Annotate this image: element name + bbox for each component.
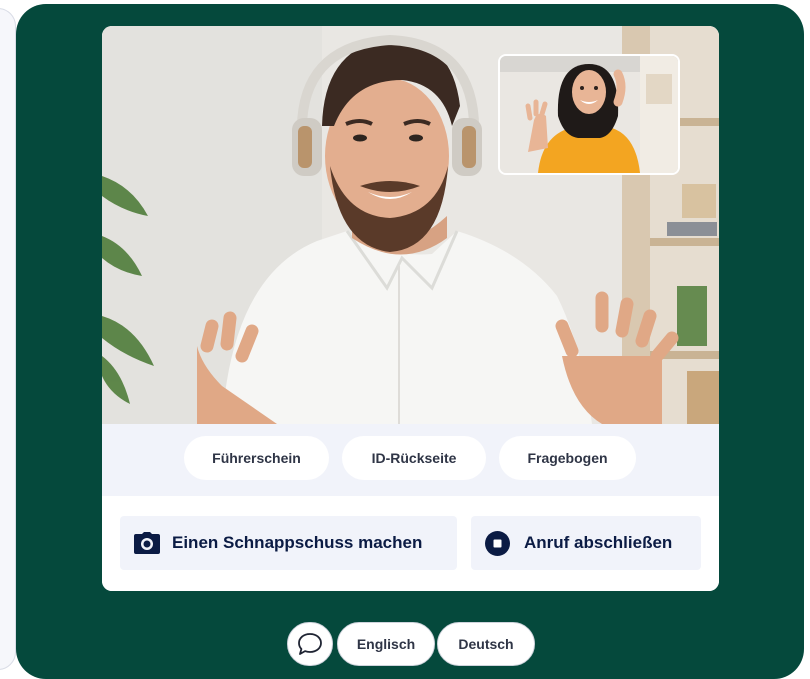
main-video bbox=[102, 26, 719, 424]
questionnaire-chip[interactable]: Fragebogen bbox=[499, 436, 636, 480]
self-view-frame bbox=[500, 56, 678, 173]
drivers-license-chip[interactable]: Führerschein bbox=[184, 436, 329, 480]
stop-icon bbox=[485, 530, 510, 556]
id-back-chip[interactable]: ID-Rückseite bbox=[342, 436, 486, 480]
end-call-button[interactable]: Anruf abschließen bbox=[471, 516, 701, 570]
camera-icon bbox=[134, 532, 160, 554]
end-call-label: Anruf abschließen bbox=[524, 533, 673, 552]
document-request-bar: Führerschein ID-Rückseite Fragebogen bbox=[102, 424, 719, 496]
chat-bubble-icon bbox=[297, 632, 323, 656]
side-panel-edge bbox=[0, 8, 16, 670]
language-english-button[interactable]: Englisch bbox=[337, 622, 435, 666]
language-german-button[interactable]: Deutsch bbox=[437, 622, 535, 666]
chat-button[interactable] bbox=[287, 622, 333, 666]
video-call-stage: Führerschein ID-Rückseite Fragebogen Ein… bbox=[16, 4, 804, 679]
take-snapshot-button[interactable]: Einen Schnappschuss machen bbox=[120, 516, 457, 570]
call-card: Führerschein ID-Rückseite Fragebogen Ein… bbox=[102, 26, 719, 591]
self-view-video bbox=[498, 54, 680, 175]
take-snapshot-label: Einen Schnappschuss machen bbox=[172, 533, 423, 552]
call-actions: Einen Schnappschuss machen Anruf abschli… bbox=[102, 496, 719, 591]
